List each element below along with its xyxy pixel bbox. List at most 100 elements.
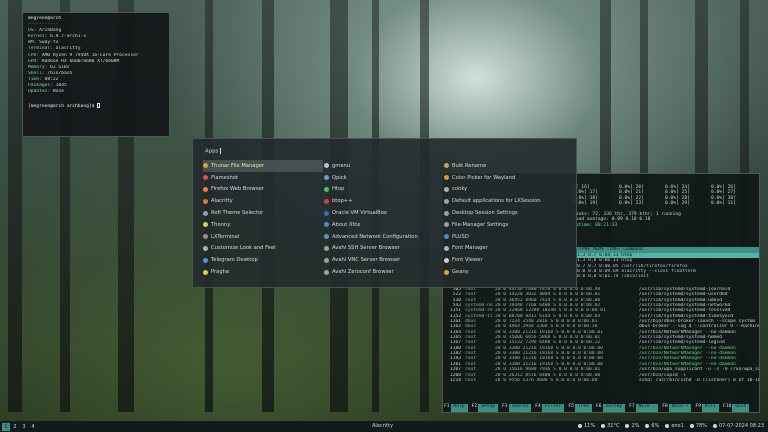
- cpu-meter-row: 0.0%] 19[0.0%] 23[0.0%] 29[0.0%] 31[: [573, 201, 758, 206]
- launcher-item[interactable]: Thunar File Manager: [203, 160, 323, 172]
- workspace-button[interactable]: 4: [29, 423, 37, 431]
- launcher-item-label: Thunar File Manager: [211, 162, 265, 169]
- launcher-item[interactable]: Htop: [324, 184, 444, 196]
- info-value: alacritty: [55, 46, 81, 52]
- info-key: Kernel:: [28, 34, 51, 40]
- launcher-item[interactable]: Qpick: [324, 172, 444, 184]
- tray-item[interactable]: 11%: [577, 423, 595, 429]
- launcher-item[interactable]: Font Manager: [444, 243, 564, 255]
- cursor-icon: [97, 103, 101, 109]
- table-row[interactable]: 1214 root 20 0 9556 5376 4608 S 0.0 0.0 0:…: [447, 378, 759, 383]
- function-key-label: Setup: [478, 404, 499, 412]
- launcher-item[interactable]: About Xfce: [324, 219, 444, 231]
- launcher-item[interactable]: Avahi SSH Server Browser: [324, 243, 444, 255]
- function-key-button[interactable]: F6 SortBy: [595, 404, 626, 412]
- function-key-label: SortBy: [602, 404, 626, 412]
- stats-cell: 20 0 9556 5376 4608 S 0.0 0.0 0:00.00: [495, 377, 598, 383]
- function-key-label: Filter: [541, 404, 565, 412]
- launcher-item[interactable]: Advanced Network Configuration: [324, 231, 444, 243]
- monitor-icon: [324, 198, 329, 204]
- font-icon: [444, 257, 449, 263]
- tray-item[interactable]: 78%: [689, 423, 707, 429]
- conky-icon: [444, 186, 449, 192]
- launcher-item-label: Desktop Session Settings: [452, 210, 518, 217]
- launcher-item-label: Default applications for LXSession: [452, 198, 541, 205]
- tray-item-label: eno1: [671, 422, 684, 429]
- launcher-column-3: Bulk Rename Color Picker for Wayland conky…: [444, 160, 564, 278]
- terminal-icon: [203, 234, 208, 240]
- launcher-item-label: Color Picker for Wayland: [452, 174, 516, 181]
- launcher-item[interactable]: Alacritty: [203, 195, 323, 207]
- text-caret: [220, 148, 222, 154]
- disk-icon: [645, 423, 650, 428]
- cpu-meter: 0.0%] 31[: [711, 201, 736, 207]
- launcher-item[interactable]: Customize Look and Feel: [203, 243, 323, 255]
- launcher-item[interactable]: Avahi VNC Server Browser: [324, 254, 444, 266]
- tray-item[interactable]: 31°C: [601, 423, 619, 429]
- workspace-button[interactable]: 3: [20, 423, 28, 431]
- tray-item[interactable]: 07-07-2024 08:23: [712, 423, 764, 429]
- function-key-button[interactable]: F9 Kill: [694, 404, 720, 412]
- launcher-item[interactable]: Avahi Zeroconf Browser: [324, 266, 444, 278]
- function-key-button[interactable]: F8 Nice +: [661, 404, 692, 412]
- function-key-button[interactable]: F10 Quit: [722, 404, 750, 412]
- process-row[interactable]: [577, 280, 759, 285]
- launcher-item[interactable]: Thonny: [203, 219, 323, 231]
- launcher-item[interactable]: Rofi Theme Selector: [203, 207, 323, 219]
- launcher-item[interactable]: Oracle VM VirtualBox: [324, 207, 444, 219]
- launcher-item[interactable]: Bulk Rename: [444, 160, 564, 172]
- launcher-item[interactable]: Firefox Web Browser: [203, 184, 323, 196]
- tray-item[interactable]: 2%: [625, 423, 639, 429]
- launcher-item[interactable]: conky: [444, 184, 564, 196]
- font-icon: [444, 245, 449, 251]
- process-top-list[interactable]: 1.3 0.7 0:08.13 htop 1.3 0.0 0:00.13 htop…: [577, 253, 759, 285]
- cpu-meter: 0.0%] 23[: [619, 201, 644, 207]
- app-launcher[interactable]: Apps Thunar File Manager Flameshot Firefox…: [192, 138, 577, 288]
- tray-item[interactable]: 6%: [645, 423, 659, 429]
- function-key-number: F2: [471, 404, 478, 409]
- terminal-prompt[interactable]: [mngreen@arch archbang]$: [28, 103, 164, 110]
- function-key-button[interactable]: F3 Search: [501, 404, 532, 412]
- launcher-item[interactable]: Color Picker for Wayland: [444, 172, 564, 184]
- appearance-icon: [203, 245, 208, 251]
- launcher-item[interactable]: Geany: [444, 266, 564, 278]
- launcher-search[interactable]: Apps: [205, 148, 222, 155]
- cpu-meter: 0.0%] 29[: [665, 201, 690, 207]
- workspace-button[interactable]: 1: [2, 422, 10, 431]
- tray-item[interactable]: eno1: [665, 423, 684, 429]
- workspace-button[interactable]: 2: [11, 423, 19, 431]
- launcher-item-label: File-Manager Settings: [452, 221, 509, 228]
- launcher-item[interactable]: Default applications for LXSession: [444, 195, 564, 207]
- function-key-number: F4: [535, 404, 541, 409]
- htop-icon: [324, 186, 329, 192]
- function-key-button[interactable]: F7 Nice -: [628, 404, 659, 412]
- function-key-label: Search: [508, 404, 532, 412]
- launcher-item-label: About Xfce: [332, 221, 361, 228]
- process-list[interactable]: 505 root 20 0 44736 7680 7476 S 0.0 0.0 0:…: [447, 287, 759, 383]
- function-key-bar[interactable]: F1 Help F2 Setup F3 Search F4 Filter F5 Tree F6 Sor…: [443, 404, 759, 412]
- launcher-item[interactable]: Desktop Session Settings: [444, 207, 564, 219]
- launcher-item[interactable]: btop++: [324, 195, 444, 207]
- function-key-button[interactable]: F1 Help: [443, 404, 468, 412]
- function-key-button[interactable]: F5 Tree: [567, 404, 592, 412]
- flameshot-icon: [203, 175, 208, 181]
- launcher-item[interactable]: LXTerminal: [203, 231, 323, 243]
- launcher-item[interactable]: PLUSD: [444, 231, 564, 243]
- launcher-item-label: gmenu: [332, 162, 351, 169]
- system-tray: 11% 31°C 2% 6% eno1 78% 07-07-2024 08:23: [577, 423, 764, 429]
- terminal-window-info[interactable]: mngreen@arch ----------- OS: ArchBang Ker…: [22, 12, 170, 137]
- launcher-item[interactable]: File-Manager Settings: [444, 219, 564, 231]
- temperature-icon: [601, 423, 606, 428]
- info-value: 08:22: [44, 76, 59, 82]
- function-key-label: Tree: [574, 404, 592, 412]
- launcher-item[interactable]: Pragha: [203, 266, 323, 278]
- launcher-item[interactable]: Font Viewer: [444, 254, 564, 266]
- function-key-button[interactable]: F2 Setup: [471, 404, 499, 412]
- launcher-item[interactable]: Flameshot: [203, 172, 323, 184]
- launcher-item[interactable]: gmenu: [324, 160, 444, 172]
- function-key-button[interactable]: F4 Filter: [534, 404, 565, 412]
- launcher-item-label: Pragha: [211, 269, 230, 276]
- volume-icon: [689, 423, 694, 428]
- launcher-item[interactable]: Telegram Desktop: [203, 254, 323, 266]
- function-key-number: F3: [502, 404, 508, 409]
